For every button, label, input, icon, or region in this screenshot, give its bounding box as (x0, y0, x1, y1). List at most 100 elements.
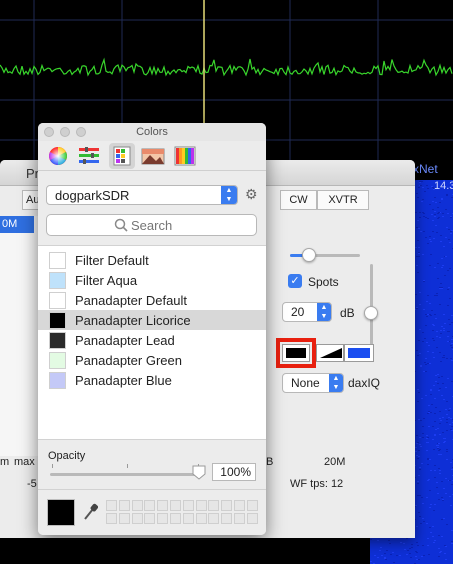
opacity-tick (52, 464, 53, 468)
color-chip (49, 372, 66, 389)
daxiq-select[interactable]: None ▲ ▼ (282, 373, 344, 393)
custom-swatch-slot[interactable] (118, 500, 130, 511)
opacity-tick (127, 464, 128, 468)
color-list-item[interactable]: Filter Default (38, 250, 266, 270)
band-list: 0M (0, 216, 40, 456)
color-list-item[interactable]: Panadapter Blue (38, 370, 266, 390)
current-color-area (38, 489, 266, 535)
colors-panel: Colors dogparkSDR ▲ ▼ ⚙ Search Filter De… (38, 123, 266, 535)
color-chip (49, 352, 66, 369)
custom-swatch-slot[interactable] (221, 513, 233, 524)
custom-swatch-slot[interactable] (144, 500, 156, 511)
color-sliders-icon (79, 147, 99, 164)
color-wheel-tab[interactable] (45, 143, 71, 169)
color-chip (49, 332, 66, 349)
crayons-icon (174, 146, 196, 166)
color-list-item[interactable]: Panadapter Lead (38, 330, 266, 350)
opacity-value-field[interactable]: 100% (212, 463, 256, 481)
custom-swatch-slot[interactable] (170, 513, 181, 524)
custom-swatch-slot[interactable] (234, 500, 245, 511)
current-color-swatch[interactable] (47, 499, 75, 526)
color-list: Filter Default Filter Aqua Panadapter Defa… (38, 245, 266, 439)
db-select[interactable]: 20 ▲ ▼ (282, 302, 332, 322)
opacity-section: Opacity 100% (38, 439, 266, 489)
frequency-readout: 14.3 (434, 180, 453, 192)
opacity-slider-knob[interactable] (192, 465, 206, 480)
band-20m-label: 20M (324, 456, 346, 468)
custom-swatch-slot[interactable] (234, 513, 245, 524)
custom-swatch-slot[interactable] (131, 513, 143, 524)
color-name: Panadapter Green (75, 353, 182, 368)
spots-checkbox[interactable]: ✓ (288, 274, 302, 288)
color-list-item[interactable]: Panadapter Green (38, 350, 266, 370)
image-palettes-icon (141, 148, 165, 165)
custom-swatch-slot[interactable] (195, 500, 207, 511)
color-name: Filter Aqua (75, 273, 138, 288)
daxiq-label: daxIQ (348, 376, 381, 390)
crayons-tab[interactable] (172, 143, 198, 169)
search-icon (114, 218, 128, 232)
palette-select[interactable]: dogparkSDR ▲ ▼ (46, 185, 238, 205)
label-max: max (14, 456, 35, 468)
label-b: B (266, 456, 274, 468)
custom-swatch-slot[interactable] (144, 513, 156, 524)
highlight-box (276, 338, 316, 368)
gradient-color-swatch-button[interactable] (316, 344, 344, 362)
custom-swatch-slot[interactable] (182, 513, 194, 524)
custom-swatch-slot[interactable] (246, 513, 258, 524)
label-m: m (0, 456, 10, 468)
color-wheel-icon (49, 147, 67, 165)
gear-icon[interactable]: ⚙ (245, 187, 259, 201)
color-sliders-tab[interactable] (76, 143, 102, 169)
daxiq-select-value: None (291, 376, 320, 390)
label-neg5: -5 (27, 478, 37, 490)
color-chip (49, 272, 66, 289)
custom-swatch-slot[interactable] (208, 513, 220, 524)
custom-swatch-slot[interactable] (157, 500, 169, 511)
custom-swatch-slot[interactable] (106, 513, 117, 524)
eyedropper-icon[interactable] (82, 503, 98, 521)
colors-titlebar[interactable]: Colors (38, 123, 266, 141)
custom-swatch-slot[interactable] (195, 513, 207, 524)
blue-color-swatch-button[interactable] (344, 344, 374, 362)
custom-swatch-slot[interactable] (157, 513, 169, 524)
custom-swatch-slot[interactable] (221, 500, 233, 511)
daxnet-label: xNet (413, 162, 438, 176)
opacity-label: Opacity (48, 450, 86, 462)
color-chip (49, 252, 66, 269)
color-list-item[interactable]: Panadapter Licorice (38, 310, 266, 330)
color-chip (49, 292, 66, 309)
gradient-swatch-icon (320, 348, 342, 358)
color-palettes-tab[interactable] (109, 143, 135, 169)
search-field[interactable] (46, 214, 257, 236)
custom-swatch-slot[interactable] (246, 500, 258, 511)
custom-swatch-slot[interactable] (118, 513, 130, 524)
color-name: Panadapter Lead (75, 333, 175, 348)
vertical-slider-knob[interactable] (364, 306, 378, 320)
band-item-selected[interactable]: 0M (0, 216, 34, 233)
search-input[interactable] (131, 218, 241, 233)
colors-toolbar (38, 141, 266, 171)
palette-select-value: dogparkSDR (55, 188, 130, 203)
custom-swatch-slot[interactable] (208, 500, 220, 511)
chevron-updown-icon: ▲ ▼ (317, 303, 331, 321)
color-name: Panadapter Licorice (75, 313, 191, 328)
db-select-value: 20 (291, 305, 305, 319)
level-slider-track[interactable] (290, 254, 360, 257)
color-palettes-icon (113, 146, 131, 166)
color-list-item[interactable]: Panadapter Default (38, 290, 266, 310)
image-palettes-tab[interactable] (140, 143, 166, 169)
spots-label: Spots (308, 275, 339, 289)
custom-swatch-slot[interactable] (131, 500, 143, 511)
wf-tps-label: WF tps: 12 (290, 478, 344, 490)
color-name: Filter Default (75, 253, 149, 268)
colors-title: Colors (136, 126, 168, 138)
db-unit-label: dB (340, 306, 355, 320)
opacity-slider-track[interactable] (50, 473, 200, 476)
level-slider-knob[interactable] (302, 248, 316, 262)
color-name: Panadapter Blue (75, 373, 172, 388)
custom-swatch-slot[interactable] (182, 500, 194, 511)
color-list-item[interactable]: Filter Aqua (38, 270, 266, 290)
custom-swatch-slot[interactable] (106, 500, 117, 511)
custom-swatch-slot[interactable] (170, 500, 181, 511)
